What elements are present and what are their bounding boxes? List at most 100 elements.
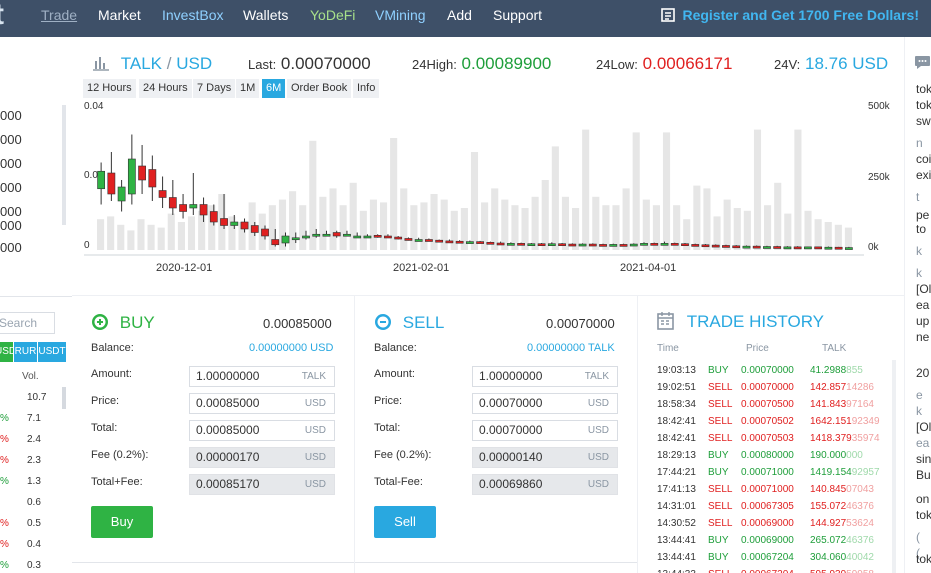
trade-row[interactable]: 14:31:01 SELL 0.00067305 155.07246376: [657, 498, 892, 515]
market-tab-usdt[interactable]: USDT: [38, 342, 66, 362]
news-item[interactable]: sin: [916, 452, 931, 466]
tab-24h[interactable]: 24 Hours: [139, 79, 192, 98]
news-item[interactable]: Bu: [916, 468, 931, 482]
tab-6m[interactable]: 6M: [262, 79, 286, 98]
tab-7d[interactable]: 7 Days: [193, 79, 236, 98]
tab-info[interactable]: Info: [353, 79, 380, 98]
market-tab-rur[interactable]: RUR: [14, 342, 37, 362]
low-value: 0.00066171: [642, 54, 733, 73]
trade-time: 19:02:51: [657, 382, 696, 393]
trade-row[interactable]: 14:30:52 SELL 0.00069000 144.92753624: [657, 515, 892, 532]
trade-amount-tail: 46376: [846, 535, 874, 546]
nav-yodefi[interactable]: YoDeFi: [310, 6, 355, 24]
news-item[interactable]: t: [916, 190, 919, 204]
trade-row[interactable]: 18:29:13 BUY 0.00080000 190.000000: [657, 447, 892, 464]
news-item[interactable]: pe: [916, 208, 929, 222]
volume-bars: [97, 129, 852, 250]
buy-price-input[interactable]: 0.00085000 USD: [189, 393, 335, 414]
sell-amount-value: 1.00000000: [479, 369, 543, 383]
news-item[interactable]: sw: [916, 114, 931, 128]
trade-row[interactable]: 18:42:41 SELL 0.00070503 1418.37935974: [657, 430, 892, 447]
news-item[interactable]: k: [916, 266, 922, 280]
nav-market[interactable]: Market: [98, 6, 141, 24]
candle-body: [804, 246, 812, 250]
tab-1m[interactable]: 1M: [236, 79, 260, 98]
trade-row[interactable]: 13:44:41 BUY 0.00067204 304.06040042: [657, 549, 892, 566]
candle-body: [506, 243, 515, 246]
trade-row[interactable]: 19:03:13 BUY 0.00070000 41.2988855: [657, 362, 892, 379]
news-item[interactable]: exi: [916, 168, 931, 182]
scrollbar[interactable]: [62, 105, 66, 225]
trade-row[interactable]: 18:42:41 SELL 0.00070502 1642.15192349: [657, 413, 892, 430]
market-volume[interactable]: 2.4: [27, 434, 41, 445]
trade-row[interactable]: 18:58:34 SELL 0.00070500 141.84397164: [657, 396, 892, 413]
nav-vmining[interactable]: VMining: [375, 6, 426, 24]
news-item[interactable]: k: [916, 404, 922, 418]
candle-body: [281, 235, 290, 244]
buy-balance[interactable]: 0.00000000 USD: [249, 342, 333, 354]
nav-trade[interactable]: Trade: [41, 6, 77, 24]
logo[interactable]: t: [0, 0, 4, 32]
news-item[interactable]: tok: [916, 552, 931, 566]
sell-button[interactable]: Sell: [374, 506, 436, 538]
news-item[interactable]: 20: [916, 366, 929, 380]
tab-12h[interactable]: 12 Hours: [83, 79, 136, 98]
news-item[interactable]: to: [916, 222, 926, 236]
register-link[interactable]: Register and Get 1700 Free Dollars!: [661, 6, 919, 24]
nav-investbox[interactable]: InvestBox: [162, 6, 223, 24]
scrollbar[interactable]: [892, 360, 896, 573]
candle-body: [742, 245, 751, 249]
buy-button[interactable]: Buy: [91, 506, 153, 538]
candle-body: [414, 239, 423, 242]
news-item[interactable]: (: [916, 530, 920, 544]
candle-body: [425, 239, 433, 242]
market-tab-usd[interactable]: USD: [0, 342, 16, 362]
nav-support[interactable]: Support: [493, 6, 542, 24]
market-volume[interactable]: 7.1: [27, 413, 41, 424]
scrollbar-thumb[interactable]: [62, 387, 66, 409]
news-item[interactable]: [Ol: [916, 420, 931, 434]
news-item[interactable]: [Ol: [916, 282, 931, 296]
news-item[interactable]: n: [916, 136, 923, 150]
news-item[interactable]: tok: [916, 98, 931, 112]
buy-amount-input[interactable]: 1.00000000 TALK: [189, 366, 335, 387]
tab-order-book[interactable]: Order Book: [287, 79, 352, 98]
market-volume[interactable]: 10.7: [27, 392, 46, 403]
sell-amount-input[interactable]: 1.00000000 TALK: [472, 366, 618, 387]
news-item[interactable]: tok: [916, 82, 931, 96]
market-volume[interactable]: 1.3: [27, 476, 41, 487]
news-item[interactable]: e: [916, 388, 923, 402]
market-volume[interactable]: 0.5: [27, 518, 41, 529]
trade-row[interactable]: 19:02:51 SELL 0.00070000 142.85714286: [657, 379, 892, 396]
candle-body: [670, 243, 679, 246]
buy-total-input[interactable]: 0.00085000 USD: [189, 420, 335, 441]
buy-fee-unit: USD: [304, 452, 326, 463]
news-item[interactable]: coi: [916, 152, 931, 166]
market-volume[interactable]: 2.3: [27, 455, 41, 466]
trade-row[interactable]: 13:44:33 SELL 0.00067204 595.93959958: [657, 566, 892, 573]
trade-row[interactable]: 13:44:41 BUY 0.00069000 265.07246376: [657, 532, 892, 549]
news-item[interactable]: ea: [916, 436, 929, 450]
nav-add[interactable]: Add: [447, 6, 472, 24]
market-volume[interactable]: 0.3: [27, 560, 41, 571]
candle-body: [773, 246, 782, 249]
news-item[interactable]: k: [916, 244, 922, 258]
sell-price-input[interactable]: 0.00070000 USD: [472, 393, 618, 414]
trade-amount: 595.93959958: [810, 566, 874, 573]
trade-row[interactable]: 17:44:21 BUY 0.00071000 1419.15492957: [657, 464, 892, 481]
candle-body: [578, 243, 587, 247]
market-volume[interactable]: 0.6: [27, 497, 41, 508]
market-search-input[interactable]: Search: [0, 312, 55, 334]
trade-type: BUY: [708, 467, 729, 478]
news-item[interactable]: up: [916, 314, 929, 328]
nav-wallets[interactable]: Wallets: [243, 6, 288, 24]
price-chart[interactable]: [84, 110, 864, 265]
sell-total-input[interactable]: 0.00070000 USD: [472, 420, 618, 441]
news-item[interactable]: ne: [916, 330, 929, 344]
market-volume[interactable]: 0.4: [27, 539, 41, 550]
news-item[interactable]: on: [916, 492, 929, 506]
news-item[interactable]: tok: [916, 508, 931, 522]
news-item[interactable]: ea: [916, 298, 929, 312]
sell-balance[interactable]: 0.00000000 TALK: [527, 342, 615, 354]
trade-row[interactable]: 17:41:13 SELL 0.00071000 140.84507043: [657, 481, 892, 498]
